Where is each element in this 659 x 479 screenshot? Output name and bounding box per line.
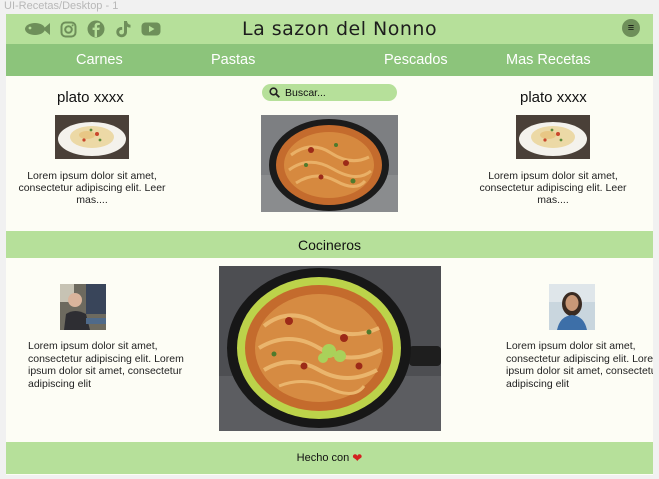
footer-text: Hecho con: [296, 452, 350, 464]
hamburger-menu-icon[interactable]: ≡: [622, 19, 640, 37]
facebook-icon[interactable]: [87, 20, 105, 38]
nav-item-pescados[interactable]: Pescados: [384, 52, 448, 68]
cook-description-right: Lorem ipsum dolor sit amet, consectetur …: [506, 340, 653, 390]
cooks-feature-image[interactable]: [219, 266, 441, 431]
dish-image-right[interactable]: [516, 115, 590, 159]
search-icon: [269, 87, 280, 98]
footer: Hecho con ❤: [6, 442, 653, 474]
search-input[interactable]: [285, 86, 385, 99]
nav-item-pastas[interactable]: Pastas: [211, 52, 255, 68]
search-bar[interactable]: [262, 84, 397, 101]
featured-dish-image[interactable]: [261, 115, 398, 212]
nav-item-carnes[interactable]: Carnes: [76, 52, 123, 68]
nav-item-mas-recetas[interactable]: Mas Recetas: [506, 52, 591, 68]
cook-avatar-left[interactable]: [60, 284, 106, 330]
dish-description-left: Lorem ipsum dolor sit amet, consectetur …: [18, 170, 166, 206]
dish-title-left[interactable]: plato xxxx: [57, 89, 124, 106]
brand-title[interactable]: La sazon del Nonno: [242, 18, 437, 40]
instagram-icon[interactable]: [60, 21, 77, 38]
heart-icon: ❤: [352, 451, 363, 465]
main-nav: Carnes Pastas Pescados Mas Recetas: [6, 44, 653, 76]
social-links: [24, 20, 161, 38]
cook-avatar-right[interactable]: [549, 284, 595, 330]
page: La sazon del Nonno ≡ Carnes Pastas Pesca…: [6, 14, 653, 475]
header-bar: La sazon del Nonno ≡: [6, 14, 653, 44]
cooks-section-heading: Cocineros: [6, 231, 653, 258]
fish-icon[interactable]: [24, 22, 50, 36]
dish-title-right[interactable]: plato xxxx: [520, 89, 587, 106]
cook-description-left: Lorem ipsum dolor sit amet, consectetur …: [28, 340, 184, 390]
dish-image-left[interactable]: [55, 115, 129, 159]
youtube-icon[interactable]: [141, 22, 161, 36]
dish-description-right: Lorem ipsum dolor sit amet, consectetur …: [479, 170, 627, 206]
frame-label: UI-Recetas/Desktop - 1: [4, 0, 119, 12]
cooks-heading-text: Cocineros: [297, 236, 362, 253]
tiktok-icon[interactable]: [115, 20, 131, 38]
